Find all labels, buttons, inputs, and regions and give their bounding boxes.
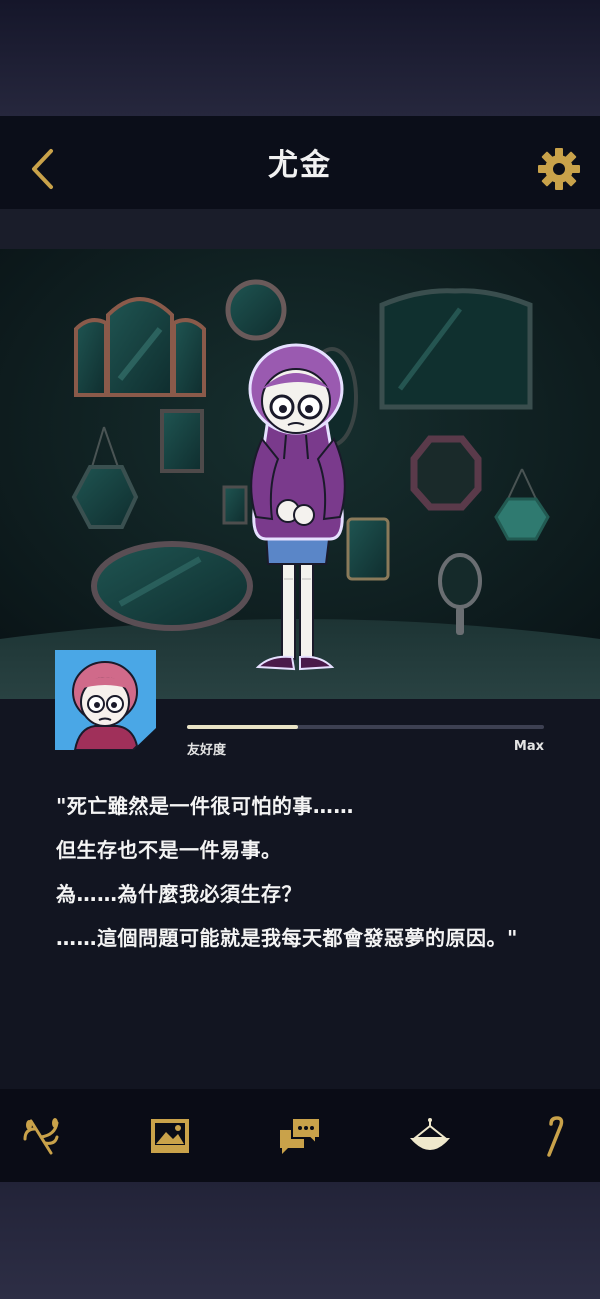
character-scene (0, 249, 600, 699)
mirror-room-illustration (0, 249, 600, 699)
branch-icon (23, 1118, 59, 1155)
quote-line: ……這個問題可能就是我每天都會發惡夢的原因。" (56, 926, 518, 950)
gear-icon (538, 148, 580, 190)
header-divider-band (0, 209, 600, 249)
friendship-label: 友好度 (187, 743, 227, 758)
tab-gallery[interactable] (145, 1111, 195, 1161)
friendship-progress-fill (187, 725, 298, 729)
friendship-max-label: Max (513, 739, 544, 754)
quote-line: 但生存也不是一件易事。 (56, 838, 282, 862)
settings-button[interactable] (536, 146, 582, 192)
character-profile-screen: 尤金 友好度 Max "死亡雖然是一件很可怕的事…… 但生存也不是一件易事。 為… (0, 116, 600, 1182)
tab-cane[interactable] (530, 1111, 580, 1161)
large-wall-mirror (379, 288, 533, 410)
avatar-portrait (55, 650, 156, 750)
tab-fan[interactable] (405, 1111, 455, 1161)
chat-icon (280, 1117, 321, 1154)
character-quote: "死亡雖然是一件很可怕的事…… 但生存也不是一件易事。 為……為什麼我必須生存？… (56, 784, 586, 960)
cane-icon (547, 1116, 564, 1157)
header-bar: 尤金 (0, 116, 600, 209)
image-icon (151, 1119, 189, 1153)
tab-messages[interactable] (274, 1111, 324, 1161)
bottom-tab-bar (0, 1089, 600, 1182)
quote-line: "死亡雖然是一件很可怕的事…… (56, 794, 354, 818)
character-avatar (55, 650, 156, 750)
tab-branch[interactable] (16, 1111, 66, 1161)
friendship-progress-bar (187, 725, 544, 729)
fan-icon (410, 1118, 450, 1150)
home-indicator-area (0, 1182, 600, 1299)
status-area-background (0, 0, 600, 116)
quote-line: 為……為什麼我必須生存？ (56, 882, 302, 906)
page-title: 尤金 (268, 148, 332, 183)
